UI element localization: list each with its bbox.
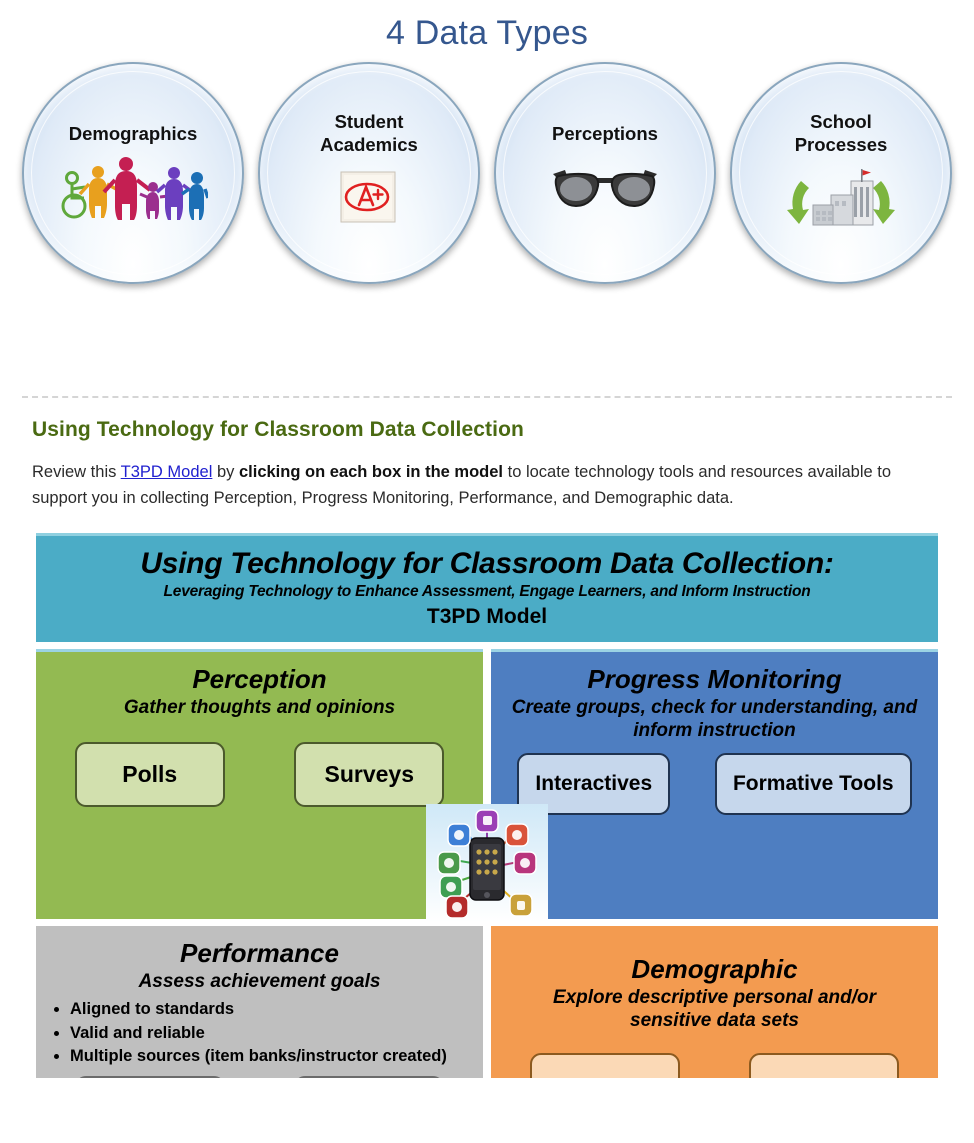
circle-label-school-processes: School Processes <box>795 111 888 156</box>
quadrant-perception[interactable]: Perception Gather thoughts and opinions … <box>36 648 483 919</box>
demographic-button-left[interactable] <box>529 1052 680 1078</box>
quadrant-subtitle-performance: Assess achievement goals <box>138 971 381 993</box>
quadrant-subtitle-demographic: Explore descriptive personal and/or sens… <box>552 987 877 1032</box>
circle-label-line2: Processes <box>794 134 888 155</box>
quadrant-button-row-performance <box>48 1076 471 1078</box>
demographic-button-right[interactable] <box>749 1052 900 1078</box>
circle-school-processes[interactable]: School Processes <box>730 62 952 284</box>
quadrant-subtitle-progress-monitoring: Create groups, check for understanding, … <box>511 697 918 742</box>
quadrant-button-row-demographic <box>503 1052 926 1078</box>
quadrant-title-progress-monitoring: Progress Monitoring <box>587 663 842 694</box>
model-banner: Using Technology for Classroom Data Coll… <box>36 533 938 642</box>
smartphone-apps-icon <box>426 804 548 923</box>
circle-label-perceptions: Perceptions <box>552 122 658 144</box>
circle-label-student-academics: Student Academics <box>320 111 418 156</box>
quadrant-title-performance: Performance <box>180 937 339 968</box>
section-heading: Using Technology for Classroom Data Coll… <box>32 418 524 441</box>
paragraph-pre-text: Review this <box>32 463 121 481</box>
circle-label-line1: Student <box>334 111 404 133</box>
quadrant-button-row-perception: Polls Surveys <box>48 742 471 807</box>
eyeglasses-icon <box>525 151 685 223</box>
quadrant-performance[interactable]: Performance Assess achievement goals Ali… <box>36 925 483 1078</box>
technology-section: Using Technology for Classroom Data Coll… <box>0 418 974 511</box>
quadrant-progress-monitoring[interactable]: Progress Monitoring Create groups, check… <box>491 648 938 919</box>
t3pd-model-diagram: Using Technology for Classroom Data Coll… <box>36 533 938 1078</box>
quadrant-demographic[interactable]: Demographic Explore descriptive personal… <box>491 925 938 1078</box>
circle-student-academics[interactable]: Student Academics <box>258 62 480 284</box>
a-plus-paper-icon <box>289 163 449 235</box>
section-divider <box>22 396 952 398</box>
list-item: Multiple sources (item banks/instructor … <box>70 1045 471 1068</box>
model-quadrant-grid: Perception Gather thoughts and opinions … <box>36 648 938 1078</box>
formative-tools-button[interactable]: Formative Tools <box>714 752 912 816</box>
circle-perceptions[interactable]: Perceptions <box>494 62 716 284</box>
circle-label-demographics: Demographics <box>68 122 198 144</box>
data-types-circle-row: Demographics Student Academics Perceptio… <box>0 56 974 362</box>
quadrant-title-perception: Perception <box>192 663 327 694</box>
circle-label-line2: Academics <box>320 134 418 155</box>
quadrant-subtitle-perception: Gather thoughts and opinions <box>123 697 396 719</box>
diverse-people-icon <box>53 151 213 223</box>
model-banner-line3: T3PD Model <box>426 604 548 628</box>
section-paragraph: Review this T3PD Model by clicking on ea… <box>32 459 932 511</box>
performance-button-right[interactable] <box>294 1076 445 1078</box>
t3pd-model-link[interactable]: T3PD Model <box>121 463 213 481</box>
quadrant-button-row-progress-monitoring: Interactives Formative Tools <box>503 752 926 816</box>
paragraph-bold-text: clicking on each box in the model <box>238 463 504 481</box>
circle-label-line1: School <box>810 111 872 133</box>
quadrant-title-demographic: Demographic <box>631 953 798 984</box>
page-title: 4 Data Types <box>385 14 589 52</box>
model-banner-line1: Using Technology for Classroom Data Coll… <box>140 547 834 580</box>
list-item: Aligned to standards <box>70 998 471 1021</box>
paragraph-mid-text: by <box>212 463 239 481</box>
school-building-cycle-icon <box>761 163 921 235</box>
surveys-button[interactable]: Surveys <box>294 742 445 807</box>
circle-demographics[interactable]: Demographics <box>22 62 244 284</box>
model-banner-line2: Leveraging Technology to Enhance Assessm… <box>163 582 811 600</box>
list-item: Valid and reliable <box>70 1022 471 1045</box>
polls-button[interactable]: Polls <box>74 742 225 807</box>
performance-bullet-list: Aligned to standards Valid and reliable … <box>70 998 471 1068</box>
performance-button-left[interactable] <box>74 1076 225 1078</box>
